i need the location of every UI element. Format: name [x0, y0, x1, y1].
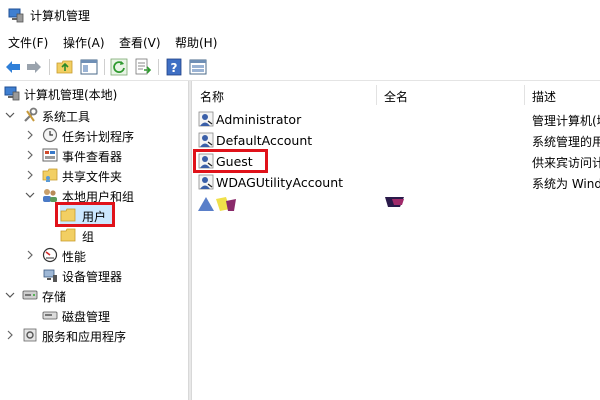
- chevron-right-icon[interactable]: [24, 245, 36, 265]
- tree-item-label: 性能: [62, 250, 87, 264]
- menu-view[interactable]: 查看(V): [119, 34, 161, 51]
- user-description: 系统管理的用户: [532, 135, 600, 149]
- toolbar: ?: [0, 54, 600, 81]
- folder-icon: [60, 228, 76, 242]
- help-icon[interactable]: ?: [165, 58, 183, 76]
- table-row[interactable]: Administrator 管理计算机(域: [192, 109, 600, 129]
- user-icon: [198, 111, 214, 127]
- highlight-box-guest: [193, 149, 268, 173]
- toolbar-separator: [104, 59, 105, 75]
- title-bar: 计算机管理: [0, 0, 600, 30]
- users-group-icon: [43, 189, 57, 202]
- chevron-down-icon[interactable]: [4, 285, 16, 305]
- user-description: 供来宾访问计: [532, 156, 600, 170]
- chevron-right-icon[interactable]: [24, 165, 36, 185]
- menu-file[interactable]: 文件(F): [8, 34, 48, 51]
- table-row[interactable]: WDAGUtilityAccount 系统为 Windo: [192, 172, 600, 192]
- toolbar-separator: [158, 59, 159, 75]
- event-viewer-icon: [42, 148, 58, 162]
- computer-management-icon: [8, 8, 24, 23]
- tree-item-label: 共享文件夹: [62, 170, 123, 184]
- menu-action[interactable]: 操作(A): [63, 34, 105, 51]
- column-header-name[interactable]: 名称: [192, 81, 376, 107]
- tree-item-label: 组: [82, 230, 95, 244]
- back-arrow-icon[interactable]: [4, 58, 22, 76]
- svg-text:?: ?: [171, 61, 178, 75]
- chevron-right-icon[interactable]: [24, 125, 36, 145]
- tree-item-label: 设备管理器: [62, 270, 123, 284]
- export-list-icon[interactable]: [134, 58, 152, 76]
- navigation-tree: 计算机管理(本地) 系统工具 任务计划程序 事件查看器 共享文件夹 本地用户和组…: [0, 81, 188, 400]
- storage-icon: [22, 290, 38, 300]
- chevron-down-icon[interactable]: [24, 185, 36, 205]
- menu-help[interactable]: 帮助(H): [175, 34, 217, 51]
- user-description: 系统为 Windo: [532, 177, 600, 191]
- chevron-right-icon[interactable]: [4, 325, 16, 345]
- tree-item-label: 任务计划程序: [62, 130, 135, 144]
- user-icon: [198, 132, 214, 148]
- shared-folder-icon: [42, 168, 58, 182]
- tree-item-label: 系统工具: [42, 110, 91, 124]
- performance-icon: [42, 247, 58, 263]
- computer-management-icon: [4, 86, 20, 101]
- tools-icon: [24, 107, 38, 122]
- forward-arrow-icon[interactable]: [25, 58, 43, 76]
- menu-bar: 文件(F) 操作(A) 查看(V) 帮助(H): [0, 30, 600, 54]
- tree-item-label: 计算机管理(本地): [24, 88, 118, 102]
- user-description: 管理计算机(域: [532, 114, 600, 128]
- properties-icon[interactable]: [189, 58, 207, 76]
- user-name: WDAGUtilityAccount: [216, 175, 344, 190]
- user-name: DefaultAccount: [216, 133, 313, 148]
- user-name: Administrator: [216, 112, 302, 127]
- column-header-fullname[interactable]: 全名: [376, 81, 524, 107]
- up-folder-icon[interactable]: [56, 58, 74, 76]
- disk-management-icon: [42, 311, 58, 320]
- column-header-description[interactable]: 描述: [524, 81, 600, 107]
- tree-item-label: 服务和应用程序: [42, 330, 127, 344]
- watermark-mark: [385, 197, 404, 207]
- window-title: 计算机管理: [30, 9, 91, 23]
- watermark-logo: [198, 197, 236, 211]
- table-row[interactable]: DefaultAccount 系统管理的用户: [192, 130, 600, 150]
- user-icon: [198, 174, 214, 190]
- tree-item-label: 事件查看器: [62, 150, 123, 164]
- chevron-down-icon[interactable]: [4, 105, 16, 125]
- device-manager-icon: [43, 269, 57, 282]
- highlight-box-users: [55, 202, 115, 227]
- show-hide-tree-icon[interactable]: [80, 58, 98, 76]
- user-list: 名称 全名 描述 Administrator 管理计算机(域 DefaultAc…: [192, 81, 600, 400]
- chevron-right-icon[interactable]: [24, 145, 36, 165]
- tree-item-label: 磁盘管理: [62, 310, 111, 324]
- tree-item-label: 存储: [42, 290, 67, 304]
- clock-icon: [42, 127, 58, 143]
- refresh-icon[interactable]: [110, 58, 128, 76]
- services-icon: [23, 328, 37, 342]
- toolbar-separator: [49, 59, 50, 75]
